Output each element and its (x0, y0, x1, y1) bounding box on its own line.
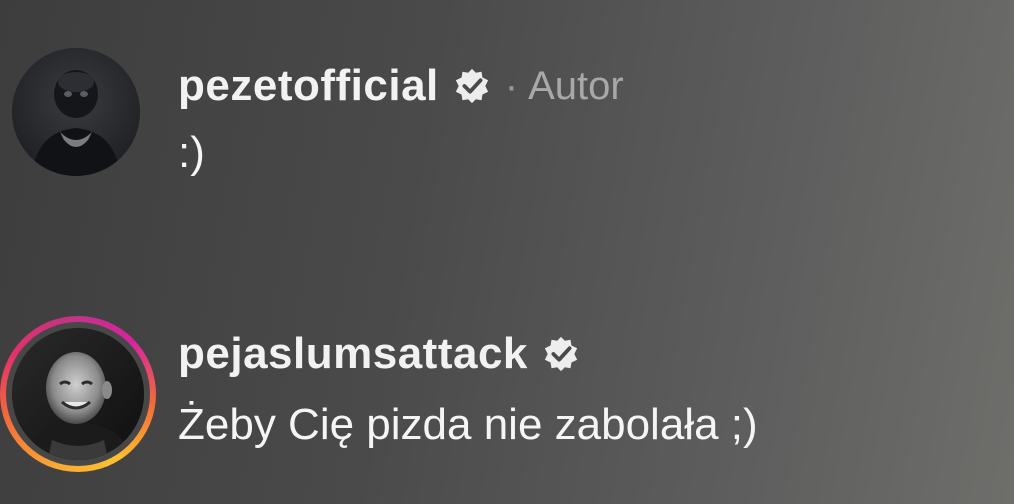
comment-text: :) (178, 128, 205, 177)
verified-badge-icon (455, 68, 488, 104)
author-label: Autor (528, 63, 624, 108)
comment-item: pejaslumsattack Żeby Cię pizda nie zabol… (0, 312, 1014, 482)
comment-text: Żeby Cię pizda nie zabolała ;) (178, 400, 758, 449)
avatar-dark-figure-icon (12, 48, 140, 176)
comment-item: pezetofficial · Autor :) (0, 48, 1014, 188)
avatar[interactable] (12, 328, 144, 460)
avatar[interactable] (12, 48, 140, 176)
story-ring[interactable] (0, 316, 156, 472)
verified-badge-icon (544, 336, 578, 372)
separator-dot: · (504, 63, 519, 108)
avatar-link[interactable] (12, 48, 140, 176)
username-link[interactable]: pezetofficial (178, 61, 439, 111)
comment-header: pejaslumsattack (178, 324, 580, 384)
story-ring-gap (6, 322, 150, 466)
avatar-man-photo-icon (12, 328, 144, 460)
comment-header: pezetofficial · Autor (178, 56, 624, 116)
username-link[interactable]: pejaslumsattack (178, 329, 528, 379)
